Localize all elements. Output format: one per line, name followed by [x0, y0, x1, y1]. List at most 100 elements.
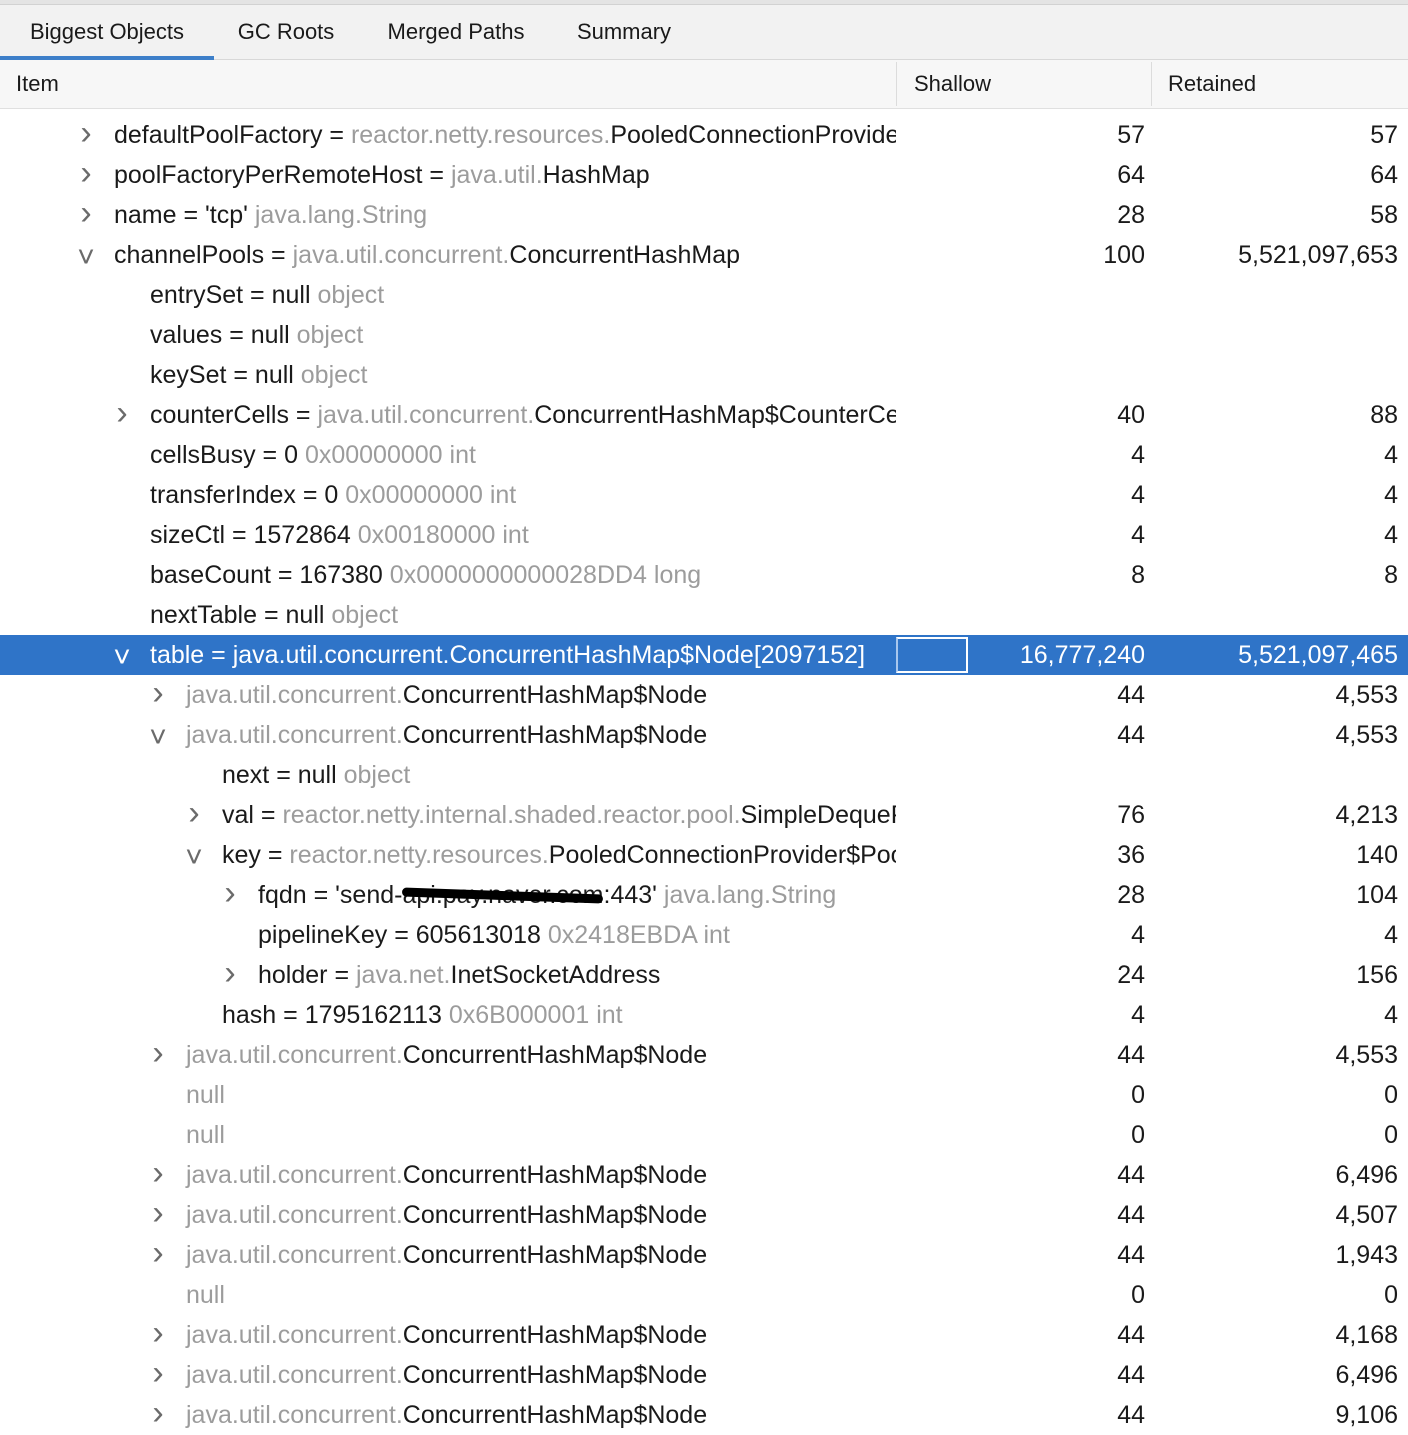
field-name: values = null	[150, 321, 297, 349]
type-package: java.util.concurrent.	[186, 1321, 403, 1349]
item-text: null	[186, 1275, 225, 1315]
retained-size: 5,521,097,653	[1238, 241, 1398, 269]
tree-row[interactable]: next = null object	[0, 755, 1408, 795]
tree-row[interactable]: null 0 0	[0, 1115, 1408, 1155]
tree-row[interactable]: values = null object	[0, 315, 1408, 355]
tree-row[interactable]: › java.util.concurrent.ConcurrentHashMap$…	[0, 1355, 1408, 1395]
type-package: java.util.concurrent.	[186, 1161, 403, 1189]
chevron-right-icon[interactable]: ›	[76, 115, 96, 155]
tree-row[interactable]: hash = 1795162113 0x6B000001 int 4 4	[0, 995, 1408, 1035]
chevron-right-icon[interactable]: ›	[220, 955, 240, 995]
type-package: java.util.concurrent.	[186, 1241, 403, 1269]
tab-biggest-objects[interactable]: Biggest Objects	[0, 5, 214, 60]
chevron-down-icon[interactable]: ˅	[184, 835, 204, 875]
item-text: null	[186, 1115, 225, 1155]
type-package: 0x00000000 int	[304, 441, 476, 469]
chevron-right-icon[interactable]: ›	[148, 1355, 168, 1395]
tree-row[interactable]: transferIndex = 0 0x00000000 int 4 4	[0, 475, 1408, 515]
tree-row[interactable]: sizeCtl = 1572864 0x00180000 int 4 4	[0, 515, 1408, 555]
item-cell: baseCount = 167380 0x0000000000028DD4 lo…	[0, 555, 896, 595]
chevron-down-icon[interactable]: ˅	[148, 715, 168, 755]
tree-row[interactable]: › defaultPoolFactory = reactor.netty.reso…	[0, 115, 1408, 155]
shallow-size: 100	[1103, 241, 1145, 269]
retained-size: 4	[1384, 1001, 1398, 1029]
column-header-retained[interactable]: Retained	[1168, 60, 1256, 108]
tree-row[interactable]: ˅ channelPools = java.util.concurrent.Con…	[0, 235, 1408, 275]
chevron-right-icon[interactable]: ›	[148, 1315, 168, 1355]
chevron-right-icon[interactable]: ›	[76, 155, 96, 195]
tree-row[interactable]: nextTable = null object	[0, 595, 1408, 635]
tree-row[interactable]: ˅ java.util.concurrent.ConcurrentHashMap$…	[0, 715, 1408, 755]
item-cell: transferIndex = 0 0x00000000 int	[0, 475, 896, 515]
column-divider[interactable]	[1151, 62, 1152, 106]
field-name: counterCells =	[150, 401, 318, 429]
tree-row[interactable]: › java.util.concurrent.ConcurrentHashMap$…	[0, 1235, 1408, 1275]
retained-size: 0	[1384, 1081, 1398, 1109]
column-header-item[interactable]: Item	[16, 60, 59, 108]
tree-row[interactable]: › java.util.concurrent.ConcurrentHashMap$…	[0, 675, 1408, 715]
shallow-size: 44	[1117, 681, 1145, 709]
type-class: ConcurrentHashMap	[509, 241, 741, 269]
chevron-right-icon[interactable]: ›	[220, 875, 240, 915]
tree-row[interactable]: › java.util.concurrent.ConcurrentHashMap$…	[0, 1155, 1408, 1195]
type-package: 0x0000000000028DD4 long	[389, 561, 702, 589]
item-text: java.util.concurrent.ConcurrentHashMap$N…	[186, 1155, 707, 1195]
tree-row[interactable]: › val = reactor.netty.internal.shaded.rea…	[0, 795, 1408, 835]
chevron-right-icon[interactable]: ›	[148, 1195, 168, 1235]
tree-row[interactable]: ˅ key = reactor.netty.resources.PooledCon…	[0, 835, 1408, 875]
tree-row[interactable]: › counterCells = java.util.concurrent.Con…	[0, 395, 1408, 435]
tree-row[interactable]: › java.util.concurrent.ConcurrentHashMap$…	[0, 1195, 1408, 1235]
tree-row[interactable]: › fqdn = 'send-api.pay.naver.com:443' jav…	[0, 875, 1408, 915]
tab-gc-roots[interactable]: GC Roots	[214, 5, 358, 59]
type-package: object	[317, 281, 385, 309]
tab-merged-paths[interactable]: Merged Paths	[358, 5, 554, 59]
item-cell: › fqdn = 'send-api.pay.naver.com:443' jav…	[0, 875, 896, 915]
tab-summary[interactable]: Summary	[554, 5, 694, 59]
tree-row[interactable]: › java.util.concurrent.ConcurrentHashMap$…	[0, 1315, 1408, 1355]
chevron-right-icon[interactable]: ›	[148, 1395, 168, 1435]
tree-row[interactable]: › holder = java.net.InetSocketAddress 24 15…	[0, 955, 1408, 995]
tree-row[interactable]: baseCount = 167380 0x0000000000028DD4 lo…	[0, 555, 1408, 595]
tree-row[interactable]: keySet = null object	[0, 355, 1408, 395]
tree-row[interactable]: null 0 0	[0, 1275, 1408, 1315]
field-name: transferIndex = 0	[150, 481, 346, 509]
tree-row[interactable]: entrySet = null object	[0, 275, 1408, 315]
field-name: sizeCtl = 1572864	[150, 521, 358, 549]
retained-size: 64	[1370, 161, 1398, 189]
tree-row[interactable]: › java.util.concurrent.ConcurrentHashMap$…	[0, 1395, 1408, 1435]
type-package: 0x6B000001 int	[448, 1001, 623, 1029]
type-class: ConcurrentHashMap$Node	[402, 1321, 708, 1349]
chevron-right-icon[interactable]: ›	[148, 1155, 168, 1195]
chevron-right-icon[interactable]: ›	[112, 395, 132, 435]
shallow-size: 44	[1117, 1161, 1145, 1189]
item-text: java.util.concurrent.ConcurrentHashMap$N…	[186, 1195, 707, 1235]
item-text: nextTable = null object	[150, 595, 398, 635]
tree-row[interactable]: › java.util.concurrent.ConcurrentHashMap$…	[0, 1035, 1408, 1075]
tree-row[interactable]: pipelineKey = 605613018 0x2418EBDA int 4 4	[0, 915, 1408, 955]
retained-size: 4,553	[1335, 721, 1398, 749]
chevron-down-icon[interactable]: ˅	[76, 235, 96, 275]
tree-row[interactable]: › poolFactoryPerRemoteHost = java.util.Ha…	[0, 155, 1408, 195]
shallow-size: 4	[1131, 521, 1145, 549]
item-text: poolFactoryPerRemoteHost = java.util.Has…	[114, 155, 650, 195]
tree-row[interactable]: cellsBusy = 0 0x00000000 int 4 4	[0, 435, 1408, 475]
chevron-right-icon[interactable]: ›	[148, 1035, 168, 1075]
tree-row[interactable]: › name = 'tcp' java.lang.String 28 58	[0, 195, 1408, 235]
chevron-right-icon[interactable]: ›	[148, 1235, 168, 1275]
shallow-size: 4	[1131, 1001, 1145, 1029]
chevron-right-icon[interactable]: ›	[76, 195, 96, 235]
chevron-down-icon[interactable]: ˅	[112, 635, 132, 675]
chevron-right-icon[interactable]: ›	[184, 795, 204, 835]
shallow-size: 76	[1117, 801, 1145, 829]
object-tree[interactable]: › defaultPoolFactory = reactor.netty.reso…	[0, 115, 1408, 1435]
type-class: ConcurrentHashMap$Node	[402, 1241, 708, 1269]
item-cell: null	[0, 1075, 896, 1115]
chevron-right-icon[interactable]: ›	[148, 675, 168, 715]
column-divider[interactable]	[896, 62, 897, 106]
retained-size: 4	[1384, 441, 1398, 469]
tree-row-selected[interactable]: ˅ table = java.util.concurrent.Concurrent…	[0, 635, 1408, 675]
field-name: key =	[222, 841, 290, 869]
tree-row[interactable]: null 0 0	[0, 1075, 1408, 1115]
column-header-shallow[interactable]: Shallow	[914, 60, 991, 108]
retained-size: 4	[1384, 521, 1398, 549]
